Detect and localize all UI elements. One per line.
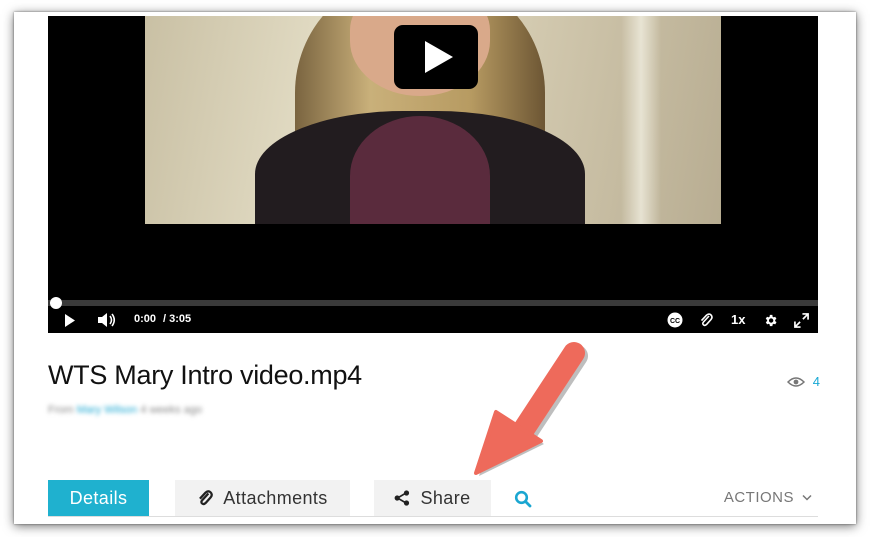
duration: / 3:05 [163,313,192,325]
search-button[interactable] [514,490,532,513]
view-count-value: 4 [812,374,820,389]
current-time: 0:00 [134,313,157,325]
author-link[interactable]: Mary Wilson [77,404,138,416]
media-meta: From Mary Wilson 4 weeks ago [48,404,203,416]
tab-attachments[interactable]: Attachments [175,480,350,516]
attachment-button[interactable] [696,310,716,330]
fullscreen-button[interactable] [791,310,811,330]
play-overlay-button[interactable] [394,25,478,89]
fullscreen-icon [793,312,809,328]
gear-icon [765,314,776,326]
tabs-divider [48,516,818,517]
volume-icon [98,313,116,327]
view-count: 4 [786,374,820,389]
video-player[interactable]: 0:00 / 3:05 CC 1x [48,16,818,333]
page-title: WTS Mary Intro video.mp4 [48,360,362,390]
closed-captions-icon: CC [667,312,683,328]
eye-icon [786,376,805,387]
paperclip-icon [700,313,713,327]
tab-details[interactable]: Details [48,480,149,516]
share-icon [394,490,410,506]
search-icon [514,490,532,508]
volume-button[interactable] [96,310,118,330]
settings-button[interactable] [760,310,780,330]
speed-button[interactable]: 1x [731,312,745,327]
paperclip-icon [197,489,214,507]
app-window: 0:00 / 3:05 CC 1x WTS Mary Intro video.m… [14,12,856,524]
play-button[interactable] [60,310,80,330]
tab-share[interactable]: Share [374,480,491,516]
svg-text:CC: CC [670,318,680,325]
media-tabs: Details Attachments Share ACTIONS [48,480,818,524]
play-icon [65,313,75,327]
captions-button[interactable]: CC [665,310,685,330]
progress-bar[interactable] [48,297,818,309]
actions-menu[interactable]: ACTIONS [724,489,812,506]
player-controls: 0:00 / 3:05 CC 1x [48,307,818,333]
chevron-down-icon [802,494,812,501]
